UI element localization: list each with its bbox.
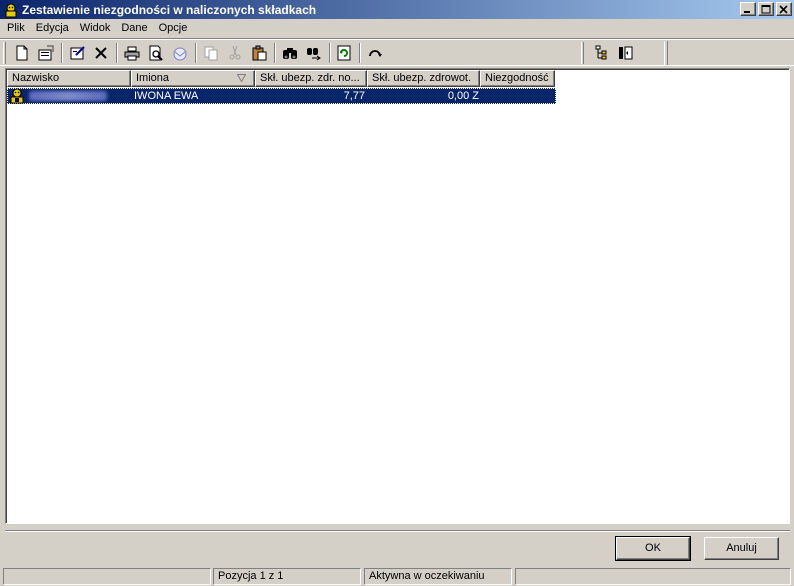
status-state: Aktywna w oczekiwaniu bbox=[364, 568, 512, 585]
print-preview-button[interactable] bbox=[145, 42, 167, 64]
cancel-button[interactable]: Anuluj bbox=[704, 537, 779, 560]
divider bbox=[5, 530, 790, 532]
undo-button[interactable] bbox=[364, 42, 386, 64]
cut-icon bbox=[229, 45, 241, 60]
cell-skl-zdrowot: 0,00 Z bbox=[447, 90, 479, 102]
email-button[interactable] bbox=[169, 42, 191, 64]
find-icon bbox=[283, 48, 297, 59]
toolbar-separator bbox=[116, 43, 118, 63]
status-bar: Pozycja 1 z 1 Aktywna w oczekiwaniu bbox=[0, 566, 794, 586]
minimize-icon bbox=[744, 11, 750, 13]
toolbar-grip[interactable] bbox=[664, 41, 668, 65]
minimize-button[interactable] bbox=[740, 2, 756, 16]
column-header-skl-zdrowot[interactable]: Skł. ubezp. zdrowot. bbox=[367, 70, 480, 87]
cell-skl-no: 7,77 bbox=[343, 90, 365, 102]
close-icon bbox=[779, 5, 788, 14]
toolbar-separator bbox=[329, 43, 331, 63]
toolbar-separator bbox=[359, 43, 361, 63]
app-icon bbox=[3, 2, 19, 18]
toolbar-grip[interactable] bbox=[581, 42, 584, 64]
toolbar-grip[interactable] bbox=[3, 42, 6, 64]
menu-dane[interactable]: Dane bbox=[117, 22, 151, 34]
tree-button[interactable] bbox=[590, 42, 612, 64]
refresh-button[interactable] bbox=[333, 42, 355, 64]
toolbar-separator bbox=[274, 43, 276, 63]
print-preview-icon bbox=[149, 45, 163, 61]
close-button[interactable] bbox=[776, 2, 792, 16]
redacted-surname bbox=[29, 91, 107, 101]
column-header-nazwisko[interactable]: Nazwisko bbox=[7, 70, 131, 87]
maximize-icon bbox=[761, 5, 771, 14]
find-next-icon bbox=[307, 48, 321, 61]
sort-descending-icon bbox=[237, 74, 246, 82]
undo-icon bbox=[369, 50, 382, 57]
properties-icon bbox=[38, 45, 54, 61]
print-icon bbox=[124, 46, 140, 61]
menu-opcje[interactable]: Opcje bbox=[155, 22, 192, 34]
results-list[interactable]: Nazwisko Imiona Skł. ubezp. zdr. no... S… bbox=[5, 68, 790, 524]
print-button[interactable] bbox=[121, 42, 143, 64]
new-button[interactable] bbox=[11, 42, 33, 64]
paste-icon bbox=[252, 45, 267, 61]
status-panel-4 bbox=[515, 568, 791, 585]
find-button[interactable] bbox=[279, 42, 301, 64]
menu-plik[interactable]: Plik bbox=[3, 22, 29, 34]
status-panel-1 bbox=[3, 568, 211, 585]
column-header-skl-no[interactable]: Skł. ubezp. zdr. no... bbox=[255, 70, 367, 87]
delete-button[interactable] bbox=[90, 42, 112, 64]
table-header: Nazwisko Imiona Skł. ubezp. zdr. no... S… bbox=[7, 70, 555, 87]
find-next-button[interactable] bbox=[303, 42, 325, 64]
toolbar-separator bbox=[61, 43, 63, 63]
edit-button[interactable] bbox=[67, 42, 89, 64]
edit-icon bbox=[70, 46, 85, 60]
refresh-icon bbox=[337, 45, 351, 61]
column-header-niezgodnosc[interactable]: Niezgodność bbox=[480, 70, 555, 87]
person-icon bbox=[9, 88, 25, 104]
window-title: Zestawienie niezgodności w naliczonych s… bbox=[22, 2, 317, 17]
menu-widok[interactable]: Widok bbox=[76, 22, 115, 34]
tree-icon bbox=[595, 45, 607, 60]
copy-icon bbox=[204, 46, 218, 61]
title-bar[interactable]: Zestawienie niezgodności w naliczonych s… bbox=[0, 0, 794, 19]
column-header-imiona[interactable]: Imiona bbox=[131, 70, 255, 87]
menu-edycja[interactable]: Edycja bbox=[32, 22, 73, 34]
toolbar-separator bbox=[195, 43, 197, 63]
table-row[interactable]: IWONA EWA 7,77 0,00 Z bbox=[7, 88, 556, 104]
menu-bar: Plik Edycja Widok Dane Opcje bbox=[0, 19, 794, 37]
ok-button[interactable]: OK bbox=[615, 536, 691, 561]
cut-button[interactable] bbox=[224, 42, 246, 64]
maximize-button[interactable] bbox=[758, 2, 774, 16]
paste-button[interactable] bbox=[248, 42, 270, 64]
new-icon bbox=[16, 45, 28, 61]
status-position: Pozycja 1 z 1 bbox=[213, 568, 361, 585]
properties-button[interactable] bbox=[35, 42, 57, 64]
email-icon bbox=[173, 47, 187, 61]
copy-button[interactable] bbox=[200, 42, 222, 64]
column-header-label: Imiona bbox=[136, 72, 170, 84]
columns-icon bbox=[619, 46, 633, 60]
columns-button[interactable] bbox=[615, 42, 637, 64]
cell-imiona: IWONA EWA bbox=[134, 90, 199, 102]
toolbar bbox=[0, 38, 794, 66]
delete-icon bbox=[95, 47, 107, 59]
